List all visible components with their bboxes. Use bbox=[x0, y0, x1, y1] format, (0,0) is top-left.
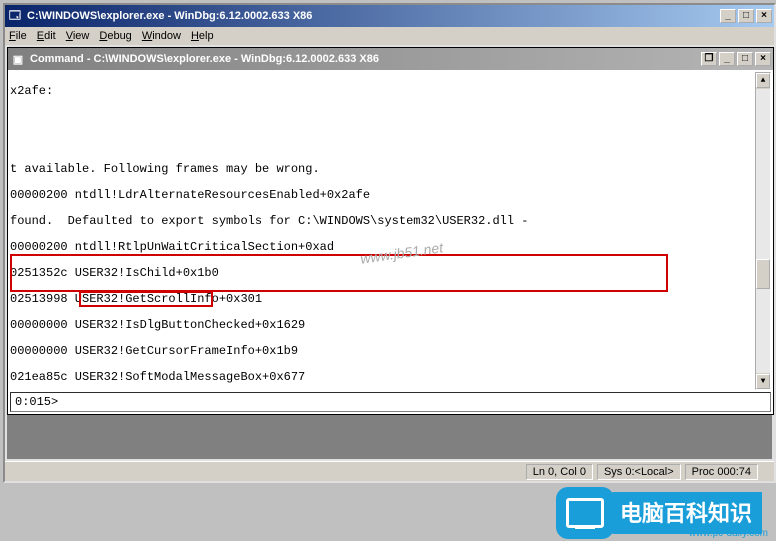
cmd-minimize-button[interactable]: _ bbox=[719, 52, 735, 66]
scroll-down-arrow-icon[interactable]: ▼ bbox=[756, 374, 770, 389]
monitor-icon bbox=[556, 487, 614, 539]
close-button[interactable]: × bbox=[756, 9, 772, 23]
menu-edit[interactable]: Edit bbox=[37, 30, 56, 42]
cmd-close-button[interactable]: × bbox=[755, 52, 771, 66]
scroll-thumb[interactable] bbox=[756, 259, 770, 289]
menu-debug[interactable]: Debug bbox=[99, 30, 131, 42]
cmd-restore-button[interactable]: ❐ bbox=[701, 52, 717, 66]
command-input[interactable]: 0:015> bbox=[10, 392, 771, 412]
output-line bbox=[10, 137, 755, 150]
status-proc: Proc 000:74 bbox=[685, 464, 758, 480]
output-line: found. Defaulted to export symbols for C… bbox=[10, 215, 755, 228]
output-line: 021ea85c USER32!SoftModalMessageBox+0x67… bbox=[10, 371, 755, 384]
main-window: 🗔 C:\WINDOWS\explorer.exe - WinDbg:6.12.… bbox=[3, 3, 776, 483]
command-title: Command - C:\WINDOWS\explorer.exe - WinD… bbox=[30, 53, 701, 65]
maximize-button[interactable]: □ bbox=[738, 9, 754, 23]
menu-help[interactable]: Help bbox=[191, 30, 214, 42]
command-window: ▣ Command - C:\WINDOWS\explorer.exe - Wi… bbox=[7, 47, 774, 415]
output-line: t available. Following frames may be wro… bbox=[10, 163, 755, 176]
output-line: 02513998 USER32!GetScrollInfo+0x301 bbox=[10, 293, 755, 306]
main-title: C:\WINDOWS\explorer.exe - WinDbg:6.12.00… bbox=[27, 10, 720, 22]
menu-bar: File Edit View Debug Window Help bbox=[5, 27, 774, 45]
output-line: x2afe: bbox=[10, 85, 755, 98]
status-ln-col: Ln 0, Col 0 bbox=[526, 464, 593, 480]
menu-window[interactable]: Window bbox=[142, 30, 181, 42]
minimize-button[interactable]: _ bbox=[720, 9, 736, 23]
output-line: 00000000 USER32!IsDlgButtonChecked+0x162… bbox=[10, 319, 755, 332]
main-titlebar[interactable]: 🗔 C:\WINDOWS\explorer.exe - WinDbg:6.12.… bbox=[5, 5, 774, 27]
site-logo-badge: 电脑百科知识 www.pc-daily.com bbox=[556, 485, 776, 541]
cmd-maximize-button[interactable]: □ bbox=[737, 52, 753, 66]
output-line bbox=[10, 111, 755, 124]
menu-view[interactable]: View bbox=[66, 30, 90, 42]
output-line: 00000000 USER32!GetCursorFrameInfo+0x1b9 bbox=[10, 345, 755, 358]
command-output[interactable]: x2afe: t available. Following frames may… bbox=[10, 72, 755, 390]
app-icon: 🗔 bbox=[7, 8, 23, 24]
output-line: 0251352c USER32!IsChild+0x1b0 bbox=[10, 267, 755, 280]
logo-url: www.pc-daily.com bbox=[689, 528, 768, 539]
vertical-scrollbar[interactable]: ▲ ▼ bbox=[755, 72, 771, 390]
output-line: 00000200 ntdll!LdrAlternateResourcesEnab… bbox=[10, 189, 755, 202]
cmd-icon: ▣ bbox=[10, 51, 26, 67]
command-titlebar[interactable]: ▣ Command - C:\WINDOWS\explorer.exe - Wi… bbox=[8, 48, 773, 70]
status-sys: Sys 0:<Local> bbox=[597, 464, 681, 480]
status-bar: Ln 0, Col 0 Sys 0:<Local> Proc 000:74 bbox=[5, 461, 774, 481]
scroll-track[interactable] bbox=[756, 89, 770, 373]
menu-file[interactable]: File bbox=[9, 30, 27, 42]
scroll-up-arrow-icon[interactable]: ▲ bbox=[756, 73, 770, 88]
